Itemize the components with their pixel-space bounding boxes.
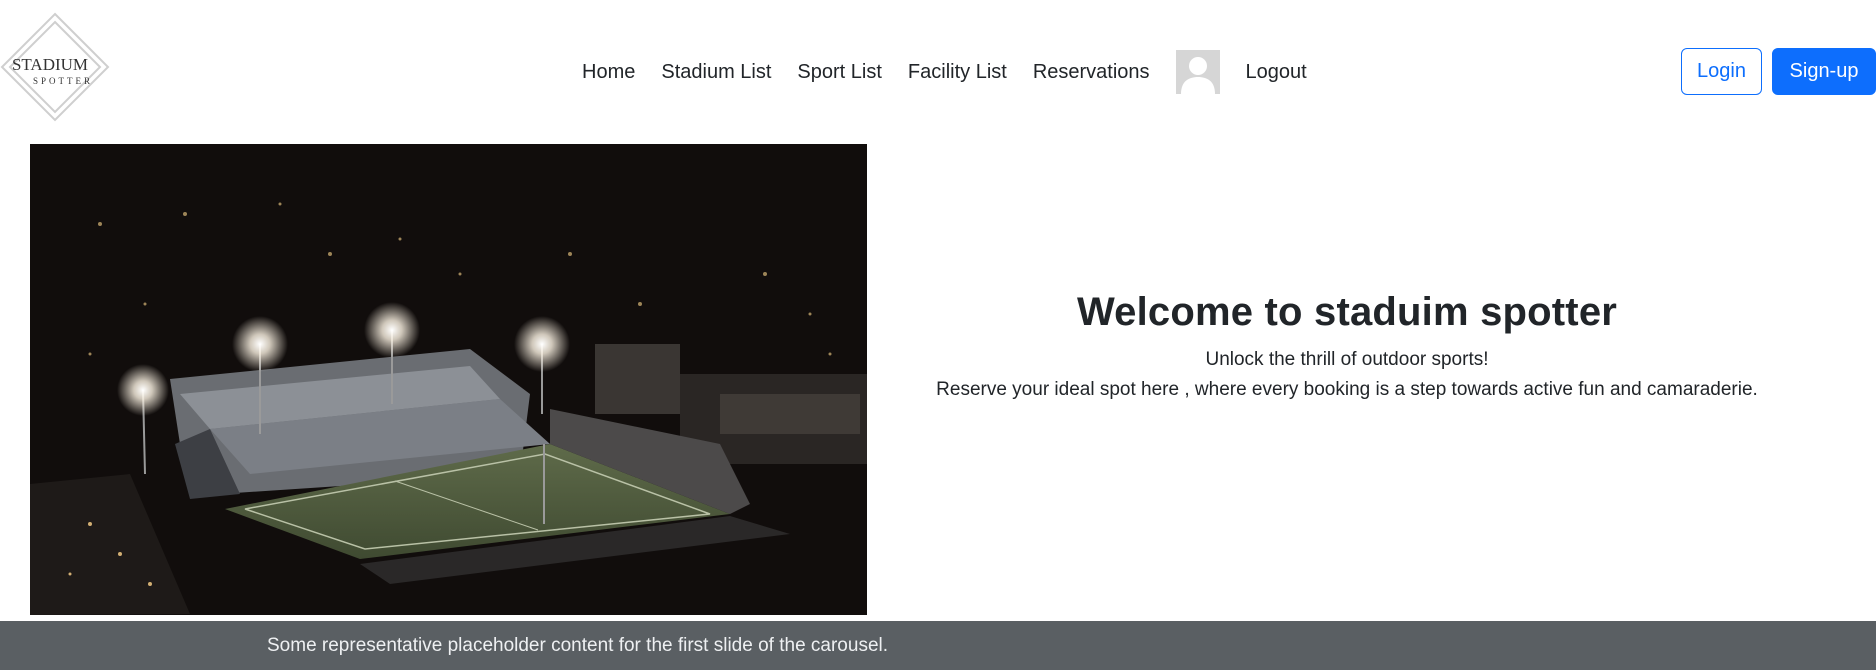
nav-sport-list[interactable]: Sport List	[797, 61, 881, 84]
welcome-subtitle: Unlock the thrill of outdoor sports!	[1205, 349, 1489, 370]
user-avatar-icon[interactable]	[1175, 50, 1220, 94]
welcome-description: Reserve your ideal spot here , where eve…	[936, 379, 1758, 400]
svg-text:STADIUM: STADIUM	[12, 55, 88, 74]
nav-facility-list[interactable]: Facility List	[908, 61, 1007, 84]
stadium-spotter-logo[interactable]: STADIUM SPOTTER	[0, 12, 110, 122]
svg-text:SPOTTER: SPOTTER	[33, 76, 93, 86]
nav-stadium-list[interactable]: Stadium List	[661, 61, 771, 84]
signup-button[interactable]: Sign-up	[1772, 48, 1876, 95]
welcome-section: Welcome to staduim spotter Unlock the th…	[936, 290, 1876, 405]
nav-home[interactable]: Home	[582, 61, 635, 84]
welcome-title: Welcome to staduim spotter	[1076, 290, 1618, 334]
navbar: STADIUM SPOTTER Home Stadium List Sport …	[0, 0, 1876, 143]
nav-logout[interactable]: Logout	[1246, 61, 1307, 84]
main-nav: Home Stadium List Sport List Facility Li…	[582, 50, 1333, 94]
stadium-night-image	[30, 144, 867, 615]
carousel-caption: Some representative placeholder content …	[0, 621, 1876, 670]
login-button[interactable]: Login	[1681, 48, 1762, 95]
carousel-caption-text: Some representative placeholder content …	[267, 635, 889, 656]
nav-reservations[interactable]: Reservations	[1033, 61, 1150, 84]
